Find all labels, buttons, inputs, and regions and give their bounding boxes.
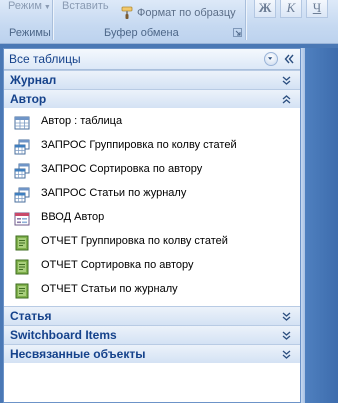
nav-group-label: Статья [10, 309, 52, 323]
group-label-clipboard: Буфер обмена [104, 27, 179, 39]
double-chevron-down-icon [282, 350, 291, 359]
italic-button-label: К [286, 0, 296, 15]
ribbon: Режим ▼ Вставить Формат по образцу Режимы… [0, 0, 338, 44]
ribbon-group-separator [52, 0, 53, 40]
shutter-bar-close-button[interactable] [282, 52, 296, 66]
double-chevron-left-icon [284, 54, 294, 64]
double-chevron-down-icon [282, 331, 291, 340]
nav-group-switchboard-items[interactable]: Switchboard Items [4, 325, 300, 344]
nav-item-label: ЗАПРОС Статьи по журналу [41, 187, 187, 199]
nav-menu-dropdown-button[interactable] [264, 52, 278, 66]
nav-item-author-table[interactable]: Автор : таблица [4, 111, 300, 135]
query-icon [14, 139, 30, 155]
nav-item-label: ЗАПРОС Группировка по колву статей [41, 139, 237, 151]
nav-item-label: ОТЧЕТ Сортировка по автору [41, 259, 194, 271]
nav-item-form[interactable]: ВВОД Автор [4, 207, 300, 231]
nav-item-report[interactable]: ОТЧЕТ Сортировка по автору [4, 255, 300, 279]
double-chevron-up-icon [282, 95, 291, 104]
form-icon [14, 212, 30, 226]
double-chevron-down-icon [282, 76, 291, 85]
nav-item-label: ОТЧЕТ Статьи по журналу [41, 283, 178, 295]
bold-button[interactable]: Ж [254, 0, 276, 18]
nav-group-unrelated-objects[interactable]: Несвязанные объекты [4, 344, 300, 363]
double-chevron-down-icon [282, 312, 291, 321]
nav-item-query[interactable]: ЗАПРОС Группировка по колву статей [4, 135, 300, 159]
regime-button[interactable]: Режим ▼ [8, 0, 51, 14]
report-icon [15, 259, 29, 275]
chevron-down-icon [268, 57, 273, 60]
paste-button-label: Вставить [62, 0, 109, 12]
table-icon [14, 116, 30, 130]
dialog-launcher-icon[interactable] [233, 28, 242, 37]
nav-group-author-items: Автор : таблица ЗАПРОС Группировка по ко… [4, 108, 300, 306]
nav-item-report[interactable]: ОТЧЕТ Статьи по журналу [4, 279, 300, 303]
nav-group-label: Несвязанные объекты [10, 347, 146, 361]
nav-pane-title: Все таблицы [9, 52, 81, 66]
underline-button[interactable]: Ч [306, 0, 328, 18]
nav-group-label: Автор [10, 92, 47, 106]
navigation-pane: Все таблицы Журнал Автор Автор: таблица… [3, 48, 301, 403]
paste-button[interactable]: Вставить [62, 0, 109, 14]
group-label-regimes: Режимы [9, 27, 51, 39]
nav-item-query[interactable]: ЗАПРОС Статьи по журналу [4, 183, 300, 207]
format-painter-label: Формат по образцу [137, 7, 236, 19]
nav-group-author[interactable]: Автор [4, 89, 300, 108]
nav-pane-header[interactable]: Все таблицы [4, 49, 300, 70]
nav-group-article[interactable]: Статья [4, 306, 300, 325]
nav-item-label: ЗАПРОС Сортировка по автору [41, 163, 203, 175]
query-icon [14, 163, 30, 179]
nav-group-label: Switchboard Items [10, 328, 117, 342]
report-icon [15, 283, 29, 299]
nav-item-label: ОТЧЕТ Группировка по колву статей [41, 235, 228, 247]
nav-group-journal[interactable]: Журнал [4, 70, 300, 89]
nav-group-label: Журнал [10, 73, 57, 87]
format-painter-icon [121, 6, 133, 19]
query-icon [14, 187, 30, 203]
nav-item-label: Автор : таблица [41, 115, 123, 127]
bold-button-label: Ж [258, 0, 272, 15]
nav-item-query[interactable]: ЗАПРОС Сортировка по автору [4, 159, 300, 183]
caret-down-icon: ▼ [43, 4, 51, 11]
report-icon [15, 235, 29, 251]
workspace-background [305, 48, 338, 403]
italic-button[interactable]: К [280, 0, 302, 18]
regime-button-label: Режим [8, 0, 42, 12]
ribbon-group-separator [245, 0, 246, 40]
underline-button-label: Ч [312, 0, 322, 15]
nav-item-label: ВВОД Автор [41, 211, 105, 223]
format-painter-button[interactable]: Формат по образцу [120, 5, 236, 21]
nav-item-report[interactable]: ОТЧЕТ Группировка по колву статей [4, 231, 300, 255]
